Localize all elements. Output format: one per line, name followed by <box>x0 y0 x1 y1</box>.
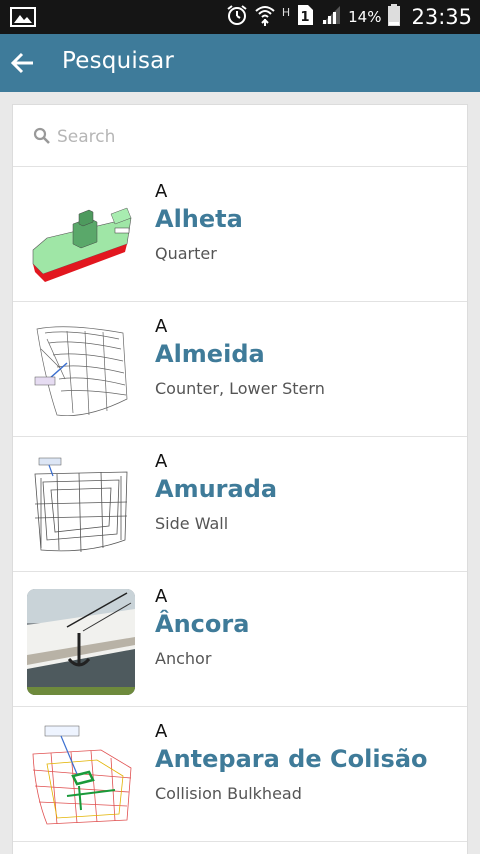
wifi-icon <box>254 3 276 31</box>
status-time: 23:35 <box>411 5 472 29</box>
list-item[interactable]: A Âncora Anchor <box>13 572 467 707</box>
item-title: Almeida <box>155 340 265 368</box>
list-item[interactable]: A Alheta Quarter <box>13 167 467 302</box>
list-item[interactable]: A Almeida Counter, Lower Stern <box>13 302 467 437</box>
item-title: Antepara de Colisão <box>155 745 428 773</box>
search-input[interactable] <box>57 123 447 151</box>
status-bar: H 1 14% 23:35 <box>0 0 480 34</box>
sim-icon: 1 <box>296 4 314 30</box>
anchor-photo <box>27 589 135 695</box>
item-subtitle: Side Wall <box>155 514 229 533</box>
search-icon <box>33 127 51 145</box>
item-subtitle: Anchor <box>155 649 212 668</box>
app-toolbar: Pesquisar <box>0 34 480 92</box>
search-bar <box>13 105 467 167</box>
item-letter: A <box>155 316 168 337</box>
signal-icon <box>320 5 342 29</box>
network-type-label: H <box>281 5 291 19</box>
item-subtitle: Collision Bulkhead <box>155 784 302 803</box>
item-letter: A <box>155 721 168 742</box>
item-letter: A <box>155 586 168 607</box>
image-icon <box>10 7 36 27</box>
sim-slot-label: 1 <box>301 10 310 25</box>
alarm-icon <box>226 4 248 30</box>
bow-bulkhead-thumbnail <box>27 724 135 830</box>
page-title: Pesquisar <box>62 48 175 74</box>
hull-section-thumbnail <box>27 454 135 560</box>
arrow-left-icon[interactable] <box>8 48 38 78</box>
list-item[interactable]: A Amurada Side Wall <box>13 437 467 572</box>
battery-icon <box>387 3 401 31</box>
stern-wireframe-thumbnail <box>27 319 135 425</box>
list-item[interactable]: A Antepara de Colisão Collision Bulkhead <box>13 707 467 842</box>
ship-quarter-thumbnail <box>27 184 135 290</box>
item-letter: A <box>155 451 168 472</box>
item-subtitle: Quarter <box>155 244 217 263</box>
item-title: Âncora <box>155 610 250 638</box>
item-title: Amurada <box>155 475 278 503</box>
search-list-panel: A Alheta Quarter A Almeida Counter, <box>12 104 468 854</box>
battery-percent: 14% <box>348 8 382 26</box>
item-subtitle: Counter, Lower Stern <box>155 379 325 398</box>
item-title: Alheta <box>155 205 243 233</box>
item-letter: A <box>155 181 168 202</box>
